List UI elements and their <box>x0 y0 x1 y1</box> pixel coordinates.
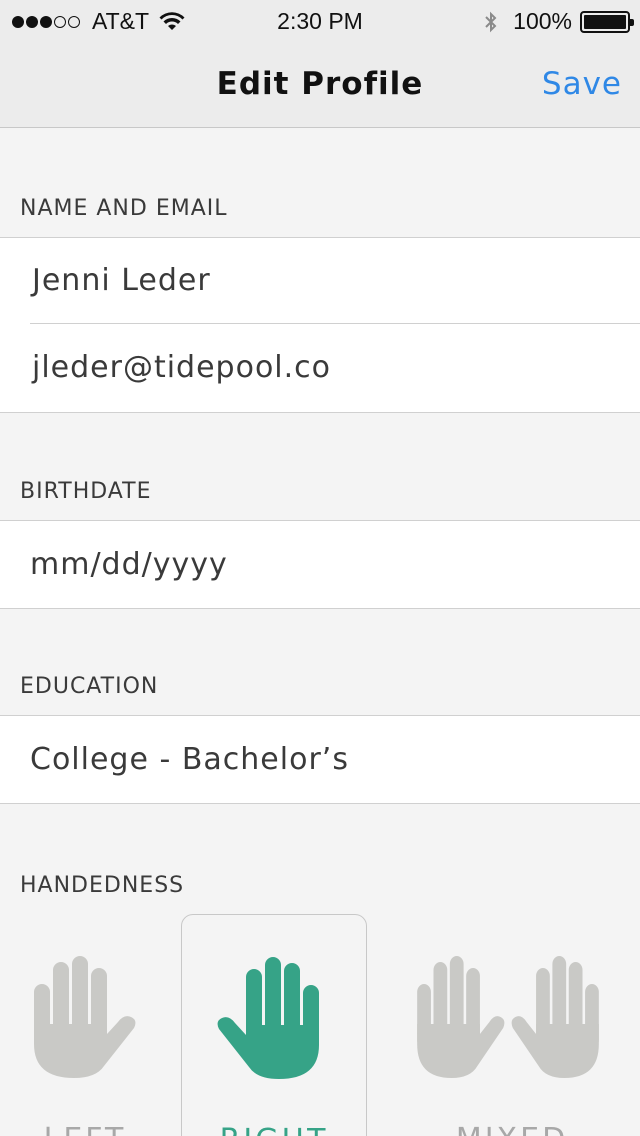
name-field[interactable]: Jenni Leder <box>30 238 640 324</box>
bluetooth-icon <box>485 11 497 32</box>
save-button[interactable]: Save <box>542 66 622 102</box>
section-header-education: EDUCATION <box>20 674 159 699</box>
both-hands-icon <box>417 956 599 1078</box>
navigation-bar: AT&T 2:30 PM 100% Edit Profile Save <box>0 0 640 128</box>
left-hand-icon <box>34 956 136 1078</box>
email-field[interactable]: jleder@tidepool.co <box>0 324 640 410</box>
battery-percent: 100% <box>513 8 572 34</box>
birthdate-group: mm/dd/yyyy <box>0 520 640 609</box>
handedness-option-right[interactable]: RIGHT <box>181 914 367 1136</box>
handedness-label-mixed: MIXED <box>412 1122 612 1136</box>
handedness-label-right: RIGHT <box>182 1123 366 1136</box>
battery-icon <box>580 10 634 33</box>
section-header-name-email: NAME AND EMAIL <box>20 196 228 221</box>
education-group: College - Bachelor’s <box>0 715 640 804</box>
handedness-option-left[interactable]: LEFT <box>0 914 178 1136</box>
handedness-option-mixed[interactable]: MIXED <box>412 914 612 1136</box>
birthdate-field[interactable]: mm/dd/yyyy <box>0 521 640 607</box>
education-field[interactable]: College - Bachelor’s <box>0 716 640 802</box>
section-header-handedness: HANDEDNESS <box>20 873 185 898</box>
section-header-birthdate: BIRTHDATE <box>20 479 152 504</box>
name-email-group: Jenni Leder jleder@tidepool.co <box>0 237 640 413</box>
status-bar: AT&T 2:30 PM 100% <box>0 0 640 40</box>
right-hand-icon <box>217 957 319 1079</box>
handedness-label-left: LEFT <box>0 1122 178 1136</box>
